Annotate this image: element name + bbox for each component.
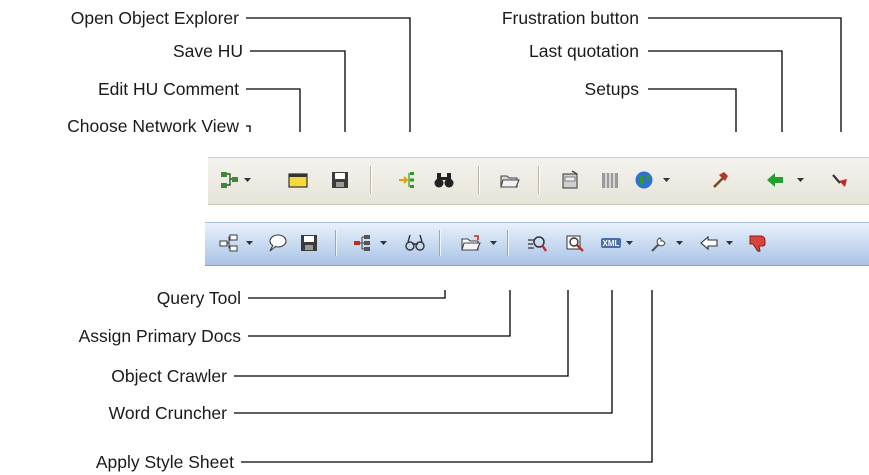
toolbar-modern: XML <box>205 222 869 266</box>
back-arrow-icon <box>767 173 783 187</box>
object-explorer-icon <box>399 172 414 188</box>
last-quotation-dropdown[interactable] <box>725 231 733 255</box>
label-query-tool: Query Tool <box>156 288 241 308</box>
frustration-button[interactable] <box>828 168 852 192</box>
hammer-icon <box>713 172 728 188</box>
label-apply-style-sheet: Apply Style Sheet <box>95 452 234 472</box>
apply-style-sheet-button[interactable]: XML <box>599 231 623 255</box>
chevron-down-icon <box>625 240 633 245</box>
network-view-dropdown[interactable] <box>243 168 251 192</box>
word-cruncher-button[interactable] <box>563 231 587 255</box>
line-save-hu <box>250 50 346 132</box>
label-choose-network-view: Choose Network View <box>67 116 239 136</box>
label-save-hu: Save HU <box>172 41 243 61</box>
line-setups <box>648 88 737 132</box>
open-folder-icon <box>500 175 520 188</box>
word-cruncher-icon <box>566 235 584 252</box>
chevron-down-icon <box>379 240 387 245</box>
label-edit-hu-comment: Edit HU Comment <box>97 79 239 99</box>
last-quotation-button[interactable] <box>697 231 721 255</box>
setups-button[interactable] <box>647 231 671 255</box>
separator <box>439 230 441 256</box>
object-crawler-button[interactable] <box>525 231 549 255</box>
line-word-cruncher <box>234 290 613 414</box>
label-open-object-explorer: Open Object Explorer <box>70 8 239 28</box>
network-view-icon <box>219 234 238 252</box>
xml-icon: XML <box>601 238 621 248</box>
query-tool-button[interactable] <box>432 168 456 192</box>
open-folder-icon <box>461 235 481 251</box>
query-tool-button[interactable] <box>403 231 427 255</box>
last-quotation-button[interactable] <box>763 168 787 192</box>
chevron-down-icon <box>662 177 670 182</box>
assign-primary-docs-button[interactable] <box>498 168 522 192</box>
network-view-icon <box>221 172 238 188</box>
object-explorer-button[interactable] <box>396 168 420 192</box>
network-view-button[interactable] <box>218 168 242 192</box>
separator <box>335 230 337 256</box>
line-last-quotation <box>648 50 783 132</box>
columns-button[interactable] <box>598 168 622 192</box>
globe-dropdown[interactable] <box>662 168 670 192</box>
label-last-quotation: Last quotation <box>529 41 639 61</box>
line-assign-primary-docs <box>248 290 511 337</box>
setups-cabinet-icon <box>562 170 578 189</box>
separator <box>538 166 540 194</box>
chevron-down-icon <box>489 240 497 245</box>
thumbs-down-icon <box>749 235 766 252</box>
chevron-down-icon <box>675 240 683 245</box>
speech-bubble-icon <box>269 234 287 252</box>
save-icon <box>301 235 317 251</box>
hu-comment-icon <box>288 173 308 188</box>
network-view-dropdown[interactable] <box>245 231 253 255</box>
line-object-crawler <box>234 290 569 377</box>
network-view-button[interactable] <box>217 231 241 255</box>
object-explorer-button[interactable] <box>351 231 375 255</box>
toolbar-classic <box>208 157 869 205</box>
chevron-down-icon <box>245 240 253 245</box>
label-frustration-button: Frustration button <box>501 8 639 28</box>
separator <box>478 166 480 194</box>
label-word-cruncher: Word Cruncher <box>108 403 227 423</box>
assign-primary-docs-dropdown[interactable] <box>489 231 497 255</box>
label-object-crawler: Object Crawler <box>111 366 227 386</box>
apply-style-sheet-dropdown[interactable] <box>625 231 633 255</box>
frustration-icon <box>832 174 847 187</box>
line-open-object-explorer <box>246 17 411 132</box>
chevron-down-icon <box>796 177 804 182</box>
edit-hu-comment-button[interactable] <box>286 168 310 192</box>
object-crawler-icon <box>528 236 547 252</box>
line-choose-network-view <box>246 125 251 132</box>
line-edit-hu-comment <box>246 88 301 132</box>
chevron-down-icon <box>243 177 251 182</box>
object-explorer-icon <box>354 235 370 251</box>
label-assign-primary-docs: Assign Primary Docs <box>78 326 241 346</box>
hu-comment-button[interactable] <box>265 231 289 255</box>
object-explorer-dropdown[interactable] <box>379 231 387 255</box>
save-icon <box>332 172 348 188</box>
chevron-down-icon <box>725 240 733 245</box>
save-hu-button[interactable] <box>297 231 321 255</box>
setups-button[interactable] <box>708 168 732 192</box>
separator <box>507 230 509 256</box>
cabinet-button[interactable] <box>558 168 582 192</box>
label-setups: Setups <box>584 79 639 99</box>
binoculars-icon <box>405 234 425 251</box>
globe-icon <box>635 171 653 189</box>
separator <box>370 166 372 194</box>
back-arrow-icon <box>700 235 718 251</box>
globe-button[interactable] <box>632 168 656 192</box>
last-quotation-dropdown[interactable] <box>796 168 804 192</box>
assign-primary-docs-button[interactable] <box>459 231 483 255</box>
setups-dropdown[interactable] <box>675 231 683 255</box>
wrench-icon <box>651 237 666 252</box>
xml-icon-text: XML <box>603 239 620 248</box>
columns-icon <box>602 173 618 188</box>
frustration-button[interactable] <box>745 231 769 255</box>
binoculars-icon <box>434 173 454 188</box>
save-hu-button[interactable] <box>328 168 352 192</box>
line-frustration-button <box>648 17 842 132</box>
line-query-tool <box>248 290 446 299</box>
